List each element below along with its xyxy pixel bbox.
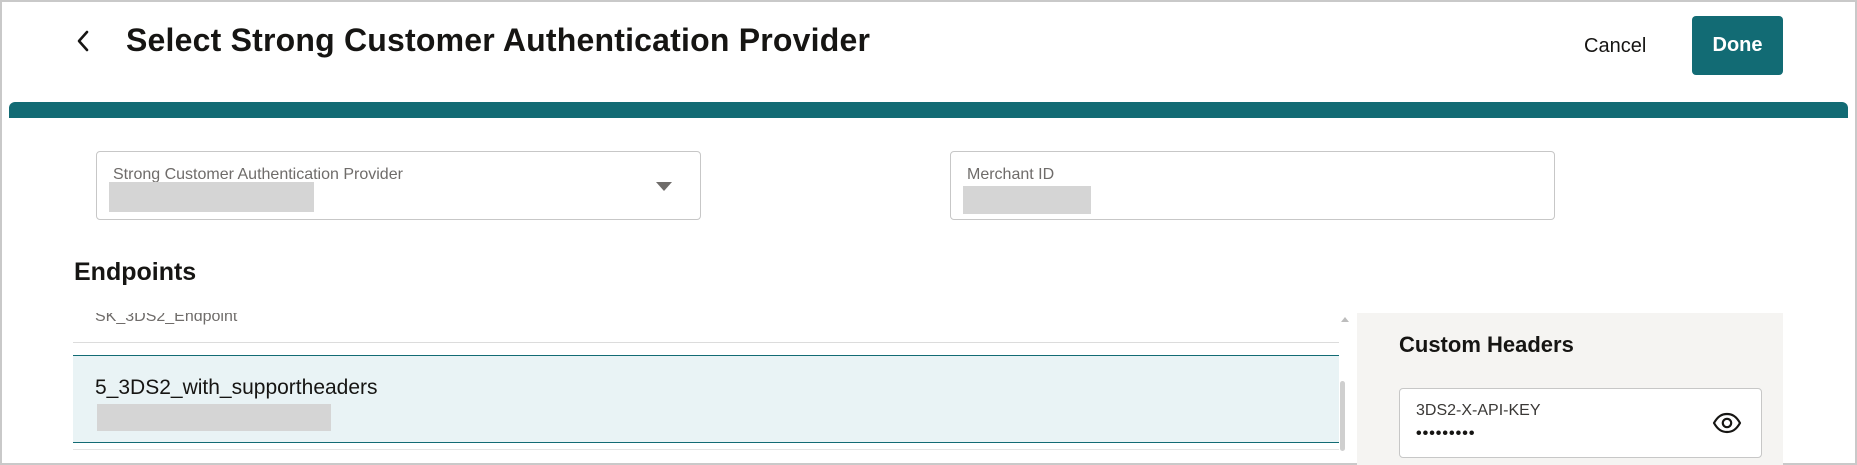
reveal-value-button[interactable] [1711, 409, 1743, 437]
chevron-left-icon [77, 30, 89, 52]
endpoint-list-scrollbar[interactable] [1339, 313, 1351, 465]
endpoint-row[interactable]: SK_3DS2_Endpoint [73, 313, 1339, 343]
merchant-id-value-redacted [963, 186, 1091, 214]
scroll-thumb[interactable] [1340, 381, 1345, 451]
merchant-id-field[interactable]: Merchant ID [950, 151, 1555, 220]
endpoint-row[interactable] [73, 449, 1339, 465]
merchant-id-label: Merchant ID [967, 166, 1055, 183]
endpoint-list[interactable]: SK_3DS2_Endpoint 5_3DS2_with_supporthead… [73, 313, 1339, 465]
custom-headers-panel: Custom Headers 3DS2-X-API-KEY ••••••••• [1357, 313, 1783, 465]
endpoint-url-redacted [97, 404, 331, 431]
cancel-button[interactable]: Cancel [1572, 30, 1658, 62]
provider-value-redacted [109, 182, 314, 212]
eye-icon [1712, 412, 1742, 434]
custom-header-key: 3DS2-X-API-KEY [1416, 402, 1541, 419]
custom-header-value: ••••••••• [1416, 425, 1476, 442]
back-button[interactable] [68, 26, 98, 56]
custom-header-field[interactable]: 3DS2-X-API-KEY ••••••••• [1399, 388, 1762, 458]
scroll-up-icon[interactable] [1341, 317, 1349, 322]
endpoint-row-selected[interactable]: 5_3DS2_with_supportheaders [73, 355, 1339, 443]
endpoint-name: 5_3DS2_with_supportheaders [95, 376, 378, 399]
header-divider-bar [9, 102, 1848, 118]
done-button[interactable]: Done [1692, 16, 1783, 75]
page-title: Select Strong Customer Authentication Pr… [126, 22, 871, 58]
provider-select[interactable]: Strong Customer Authentication Provider [96, 151, 701, 220]
custom-headers-title: Custom Headers [1399, 332, 1574, 357]
endpoints-title: Endpoints [74, 258, 197, 286]
caret-down-icon [656, 182, 672, 191]
endpoint-name: SK_3DS2_Endpoint [95, 313, 238, 325]
